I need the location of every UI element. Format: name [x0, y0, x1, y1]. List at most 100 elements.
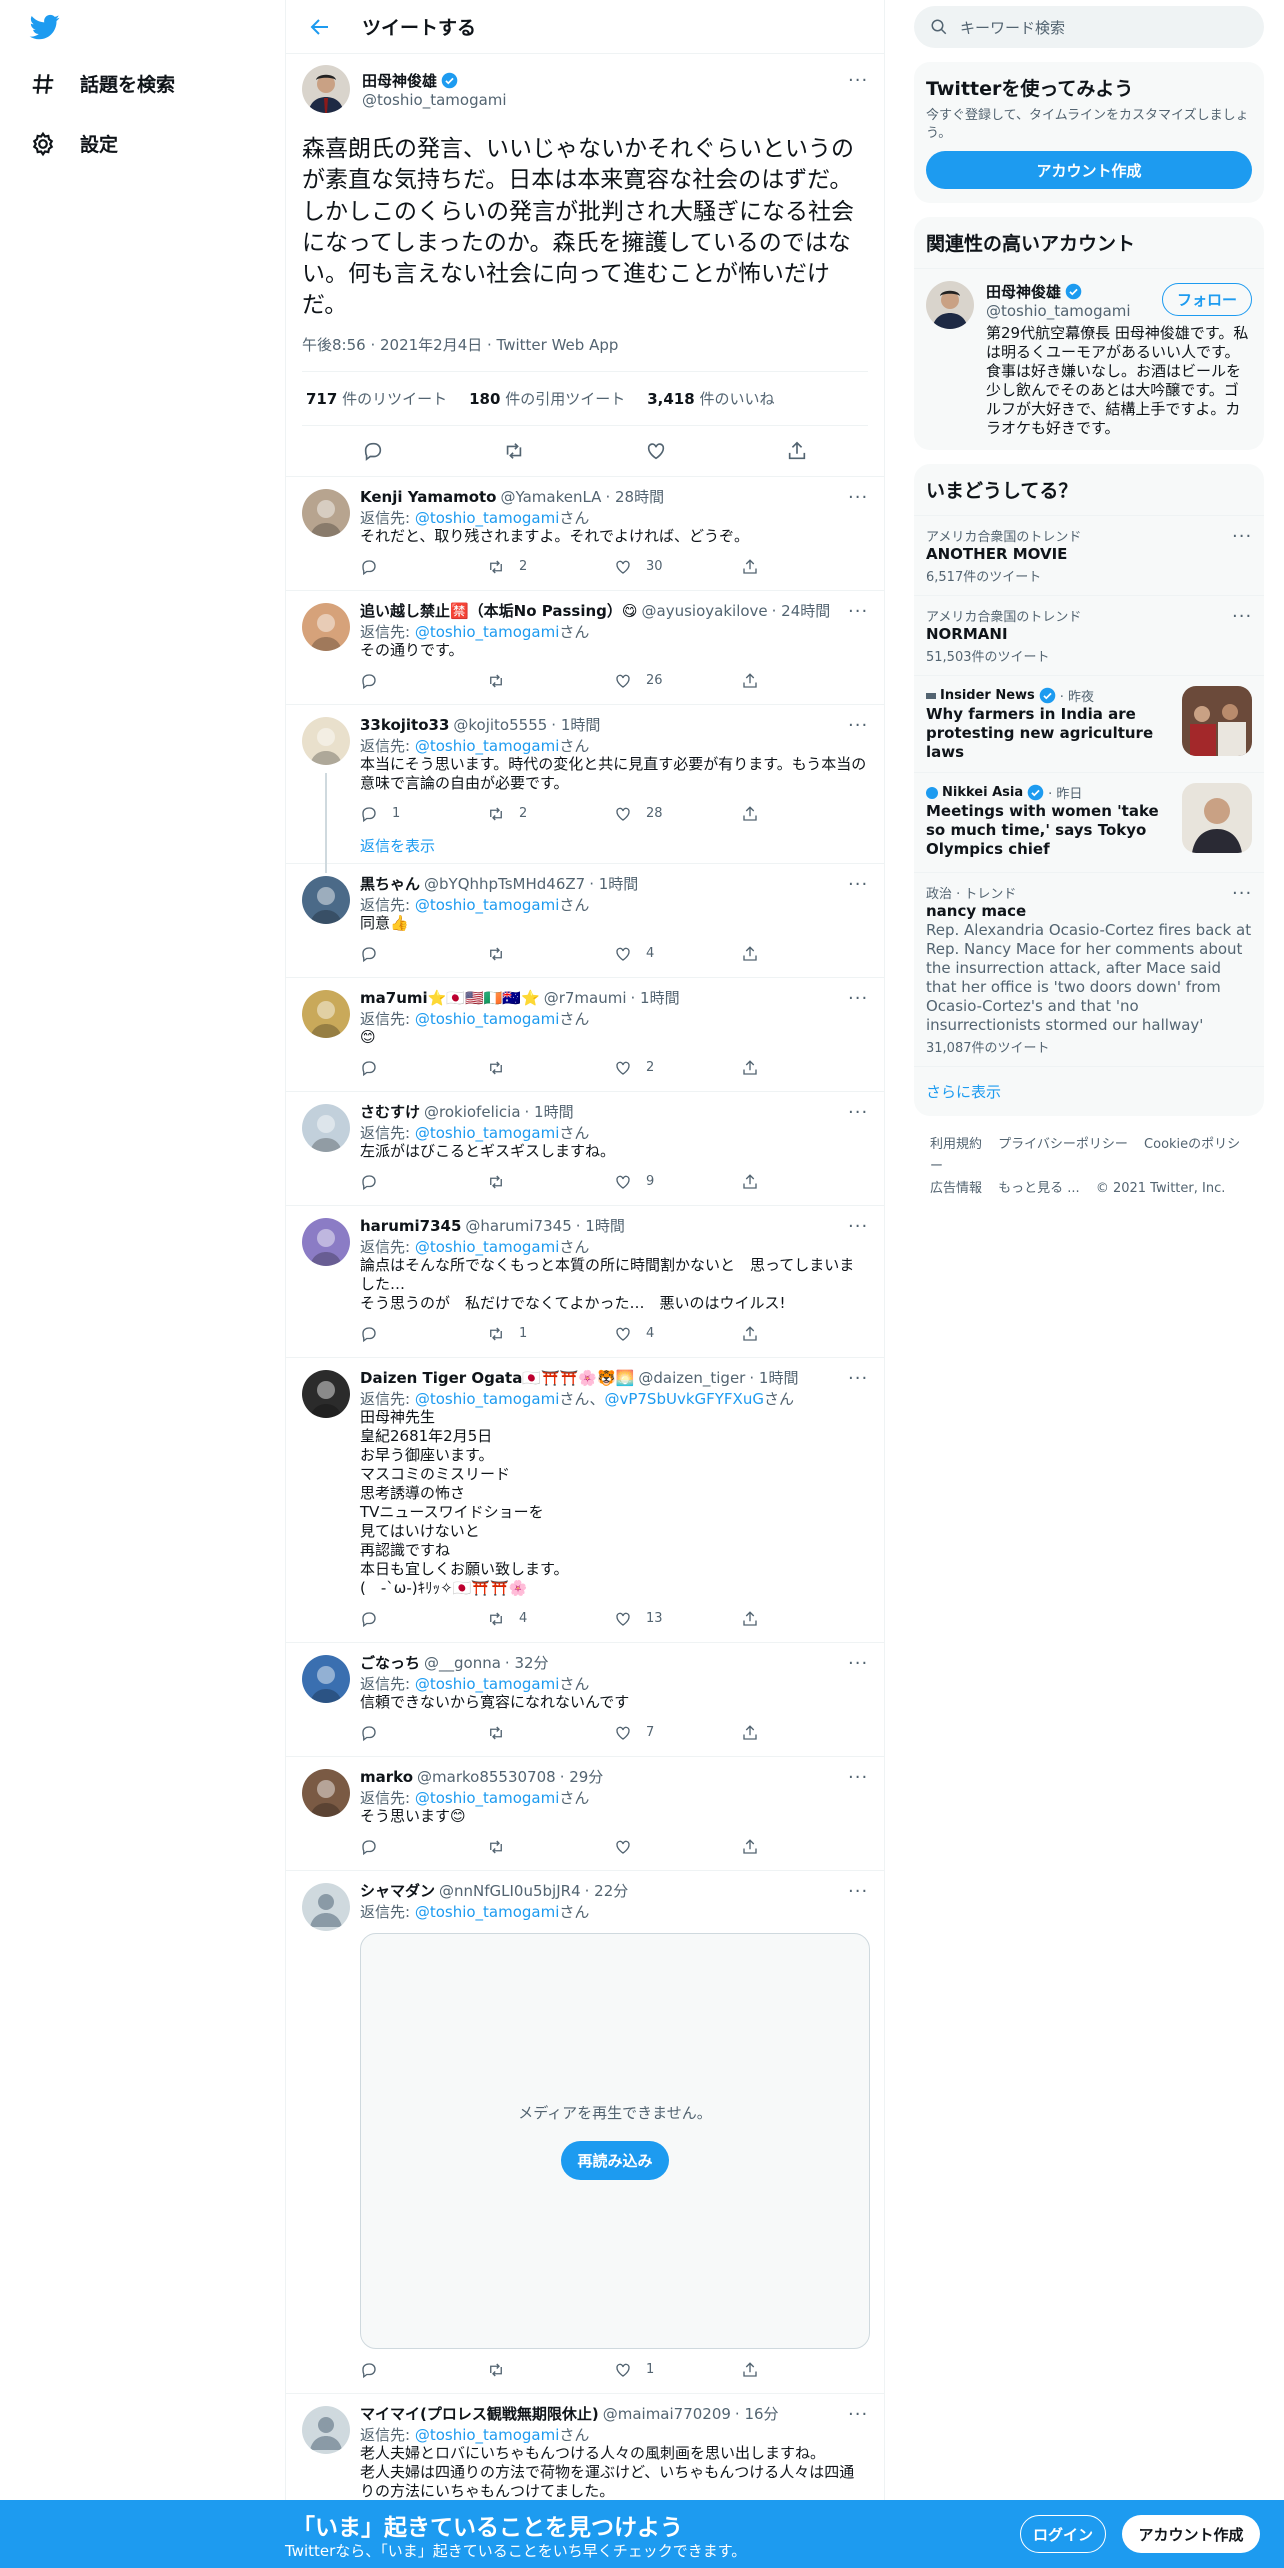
show-replies-link[interactable]: 返信を表示: [360, 835, 868, 855]
share-button[interactable]: [741, 1838, 868, 1856]
reply-tweet[interactable]: Daizen Tiger Ogata🇯🇵⛩️⛩️🌸🐯🌅 @daizen_tiger…: [286, 1358, 884, 1643]
related-account-card[interactable]: 田母神俊雄 @toshio_tamogami 第29代航空幕僚長 田母神俊雄です…: [914, 268, 1264, 450]
more-options-icon[interactable]: ···: [848, 1216, 868, 1237]
avatar[interactable]: [302, 716, 350, 765]
more-options-icon[interactable]: ···: [848, 988, 868, 1009]
retweet-button[interactable]: [487, 2361, 614, 2379]
reply-author-handle[interactable]: @__gonna: [424, 1654, 501, 1672]
mention-link[interactable]: @toshio_tamogami: [415, 1010, 560, 1028]
trend-item[interactable]: アメリカ合衆国のトレンド NORMANI 51,503件のツイート ···: [914, 595, 1264, 675]
reply-tweet[interactable]: シャマダン @nnNfGLI0u5bjJR4 · 22分 ··· 返信先: @toshi…: [286, 1871, 884, 2394]
reply-time[interactable]: · 1時間: [551, 715, 600, 735]
media-player[interactable]: メディアを再生できません。 再読み込み: [360, 1932, 870, 2349]
reply-author-name[interactable]: シャマダン: [360, 1881, 435, 1901]
reply-tweet[interactable]: Kenji Yamamoto @YamakenLA · 28時間 ··· 返信先: @t…: [286, 477, 884, 591]
reply-author-handle[interactable]: @bYQhhpTsMHd46Z7: [424, 875, 585, 893]
reply-button[interactable]: [360, 1838, 487, 1856]
like-button[interactable]: [614, 1838, 741, 1856]
reply-tweet[interactable]: ごなっち @__gonna · 32分 ··· 返信先: @toshio_tamogam…: [286, 1643, 884, 1757]
more-options-icon[interactable]: ···: [1232, 526, 1252, 547]
show-more-link[interactable]: さらに表示: [914, 1066, 1264, 1116]
retweet-button[interactable]: [487, 1838, 614, 1856]
reply-time[interactable]: · 28時間: [605, 487, 664, 507]
share-button[interactable]: [741, 1325, 868, 1343]
reply-tweet[interactable]: marko @marko85530708 · 29分 ··· 返信先: @toshio_…: [286, 1757, 884, 1871]
reply-author-handle[interactable]: @nnNfGLI0u5bjJR4: [439, 1882, 581, 1900]
share-button[interactable]: [741, 1610, 868, 1628]
reply-time[interactable]: · 16分: [735, 2404, 779, 2424]
mention-link[interactable]: @toshio_tamogami: [415, 1390, 560, 1408]
retweet-button[interactable]: [487, 1724, 614, 1742]
reply-time[interactable]: · 1時間: [749, 1368, 798, 1388]
signup-button[interactable]: アカウント作成: [1122, 2515, 1260, 2553]
like-button[interactable]: 4: [614, 945, 741, 963]
author-handle[interactable]: @toshio_tamogami: [362, 91, 507, 109]
follow-button[interactable]: フォロー: [1161, 283, 1252, 316]
more-options-icon[interactable]: ···: [848, 1102, 868, 1123]
share-button[interactable]: [741, 672, 868, 690]
like-button[interactable]: 1: [614, 2361, 741, 2379]
search-box[interactable]: キーワード検索: [914, 6, 1264, 48]
reply-author-name[interactable]: harumi7345: [360, 1217, 461, 1235]
reply-author-name[interactable]: 黒ちゃん: [360, 874, 420, 894]
privacy-link[interactable]: プライバシーポリシー: [998, 1137, 1128, 1152]
reply-tweet[interactable]: 追い越し禁止🈲（本垢No Passing）😋 @ayusioyakilove · 2…: [286, 591, 884, 705]
avatar[interactable]: [302, 1882, 350, 1931]
more-options-icon[interactable]: ···: [848, 2404, 868, 2425]
more-options-icon[interactable]: ···: [848, 1767, 868, 1788]
reply-button[interactable]: 1: [360, 805, 487, 823]
reply-author-name[interactable]: ごなっち: [360, 1653, 420, 1673]
nav-settings[interactable]: 設定: [30, 130, 118, 157]
reply-tweet[interactable]: マイマイ(プロレス観戦無期限休止) @maimai770209 · 16分 ··· 返信…: [286, 2394, 884, 2500]
avatar[interactable]: [302, 989, 350, 1038]
back-arrow-icon[interactable]: [308, 15, 332, 39]
avatar[interactable]: [302, 1768, 350, 1817]
more-options-icon[interactable]: ···: [848, 487, 868, 508]
like-icon[interactable]: [645, 440, 667, 462]
reply-author-handle[interactable]: @marko85530708: [417, 1768, 556, 1786]
reply-author-handle[interactable]: @daizen_tiger: [638, 1369, 745, 1387]
reply-time[interactable]: · 22分: [585, 1881, 629, 1901]
avatar[interactable]: [302, 2405, 350, 2454]
more-options-icon[interactable]: ···: [848, 601, 868, 622]
twitter-logo-icon[interactable]: [28, 12, 62, 42]
reply-time[interactable]: · 1時間: [576, 1216, 625, 1236]
like-button[interactable]: 28: [614, 805, 741, 823]
like-button[interactable]: 26: [614, 672, 741, 690]
share-button[interactable]: [741, 2361, 868, 2379]
mention-link[interactable]: @toshio_tamogami: [415, 2426, 560, 2444]
retweet-button[interactable]: 1: [487, 1325, 614, 1343]
reply-tweet[interactable]: harumi7345 @harumi7345 · 1時間 ··· 返信先: @toshi…: [286, 1206, 884, 1358]
share-button[interactable]: [741, 1173, 868, 1191]
more-link[interactable]: もっと見る ...: [998, 1181, 1080, 1196]
trend-item[interactable]: アメリカ合衆国のトレンド ANOTHER MOVIE 6,517件のツイート ·…: [914, 515, 1264, 595]
avatar[interactable]: [302, 1654, 350, 1703]
share-button[interactable]: [741, 1724, 868, 1742]
retweet-button[interactable]: [487, 1059, 614, 1077]
more-options-icon[interactable]: ···: [848, 1653, 868, 1674]
avatar[interactable]: [302, 1369, 350, 1418]
trend-item[interactable]: 政治 · トレンド nancy mace Rep. Alexandria Oca…: [914, 872, 1264, 1066]
reply-author-name[interactable]: ma7umi⭐🇯🇵🇺🇸🇮🇪🇦🇺⭐: [360, 989, 540, 1007]
mention-link[interactable]: @toshio_tamogami: [415, 1675, 560, 1693]
reply-author-handle[interactable]: @rokiofelicia: [424, 1103, 521, 1121]
nav-explore[interactable]: 話題を検索: [30, 70, 175, 97]
share-icon[interactable]: [786, 440, 808, 462]
mention-link[interactable]: @vP7SbUvkGFYFXuG: [604, 1390, 764, 1408]
reply-tweet[interactable]: さむすけ @rokiofelicia · 1時間 ··· 返信先: @toshio_ta…: [286, 1092, 884, 1206]
reply-author-handle[interactable]: @kojito5555: [453, 716, 547, 734]
news-item[interactable]: Nikkei Asia · 昨日 Meetings with women 'ta…: [914, 772, 1264, 872]
retweet-button[interactable]: [487, 1173, 614, 1191]
like-button[interactable]: 13: [614, 1610, 741, 1628]
more-options-icon[interactable]: ···: [848, 874, 868, 895]
like-button[interactable]: 7: [614, 1724, 741, 1742]
reply-button[interactable]: [360, 558, 487, 576]
reply-button[interactable]: [360, 672, 487, 690]
reply-button[interactable]: [360, 1325, 487, 1343]
avatar[interactable]: [926, 281, 974, 329]
news-item[interactable]: Insider News · 昨夜 Why farmers in India a…: [914, 675, 1264, 772]
reply-author-name[interactable]: 追い越し禁止🈲（本垢No Passing）😋: [360, 601, 638, 621]
share-button[interactable]: [741, 1059, 868, 1077]
reply-author-handle[interactable]: @ayusioyakilove: [642, 602, 768, 620]
reply-author-handle[interactable]: @harumi7345: [465, 1217, 571, 1235]
